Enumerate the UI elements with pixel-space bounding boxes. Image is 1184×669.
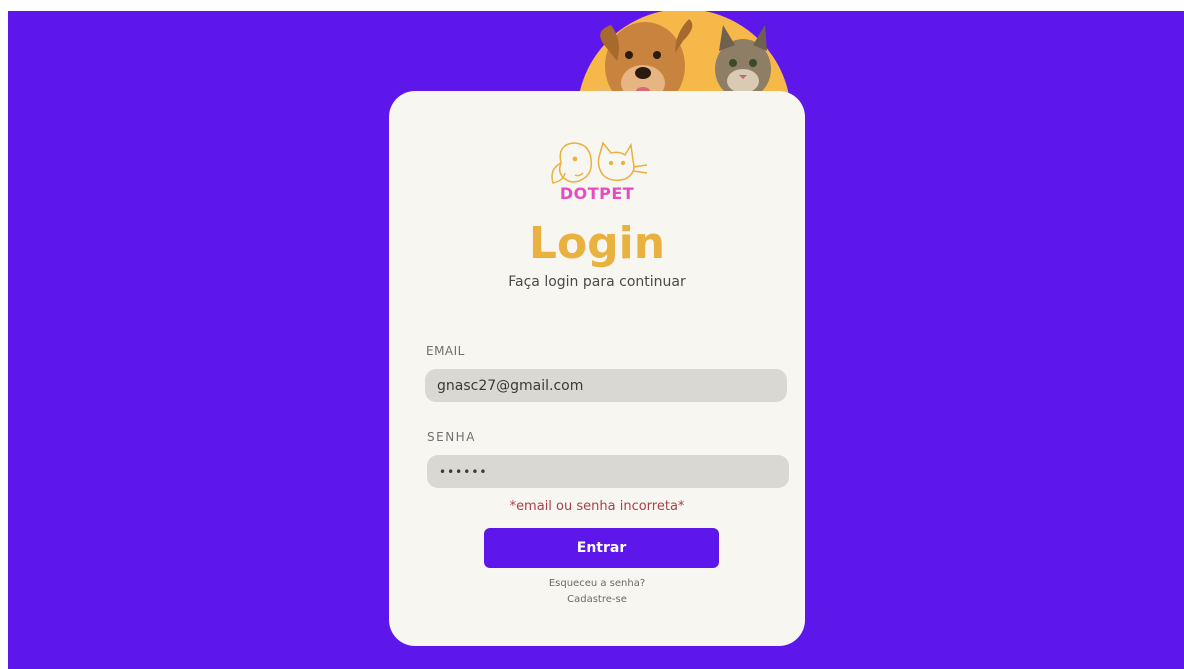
- signup-link[interactable]: Cadastre-se: [389, 594, 805, 605]
- login-card: DOTPET Login Faça login para continuar E…: [389, 91, 805, 646]
- error-message: *email ou senha incorreta*: [509, 499, 685, 514]
- page-subtitle: Faça login para continuar: [508, 274, 686, 290]
- email-field[interactable]: [425, 369, 787, 402]
- email-label: EMAIL: [426, 344, 465, 358]
- page-background: DOTPET Login Faça login para continuar E…: [8, 11, 1184, 669]
- brand-name: DOTPET: [559, 184, 635, 203]
- page-title: Login: [528, 218, 666, 269]
- forgot-password-link[interactable]: Esqueceu a senha?: [389, 578, 805, 589]
- password-label: SENHA: [427, 430, 476, 444]
- password-field[interactable]: [427, 455, 789, 488]
- submit-button[interactable]: Entrar: [484, 528, 719, 568]
